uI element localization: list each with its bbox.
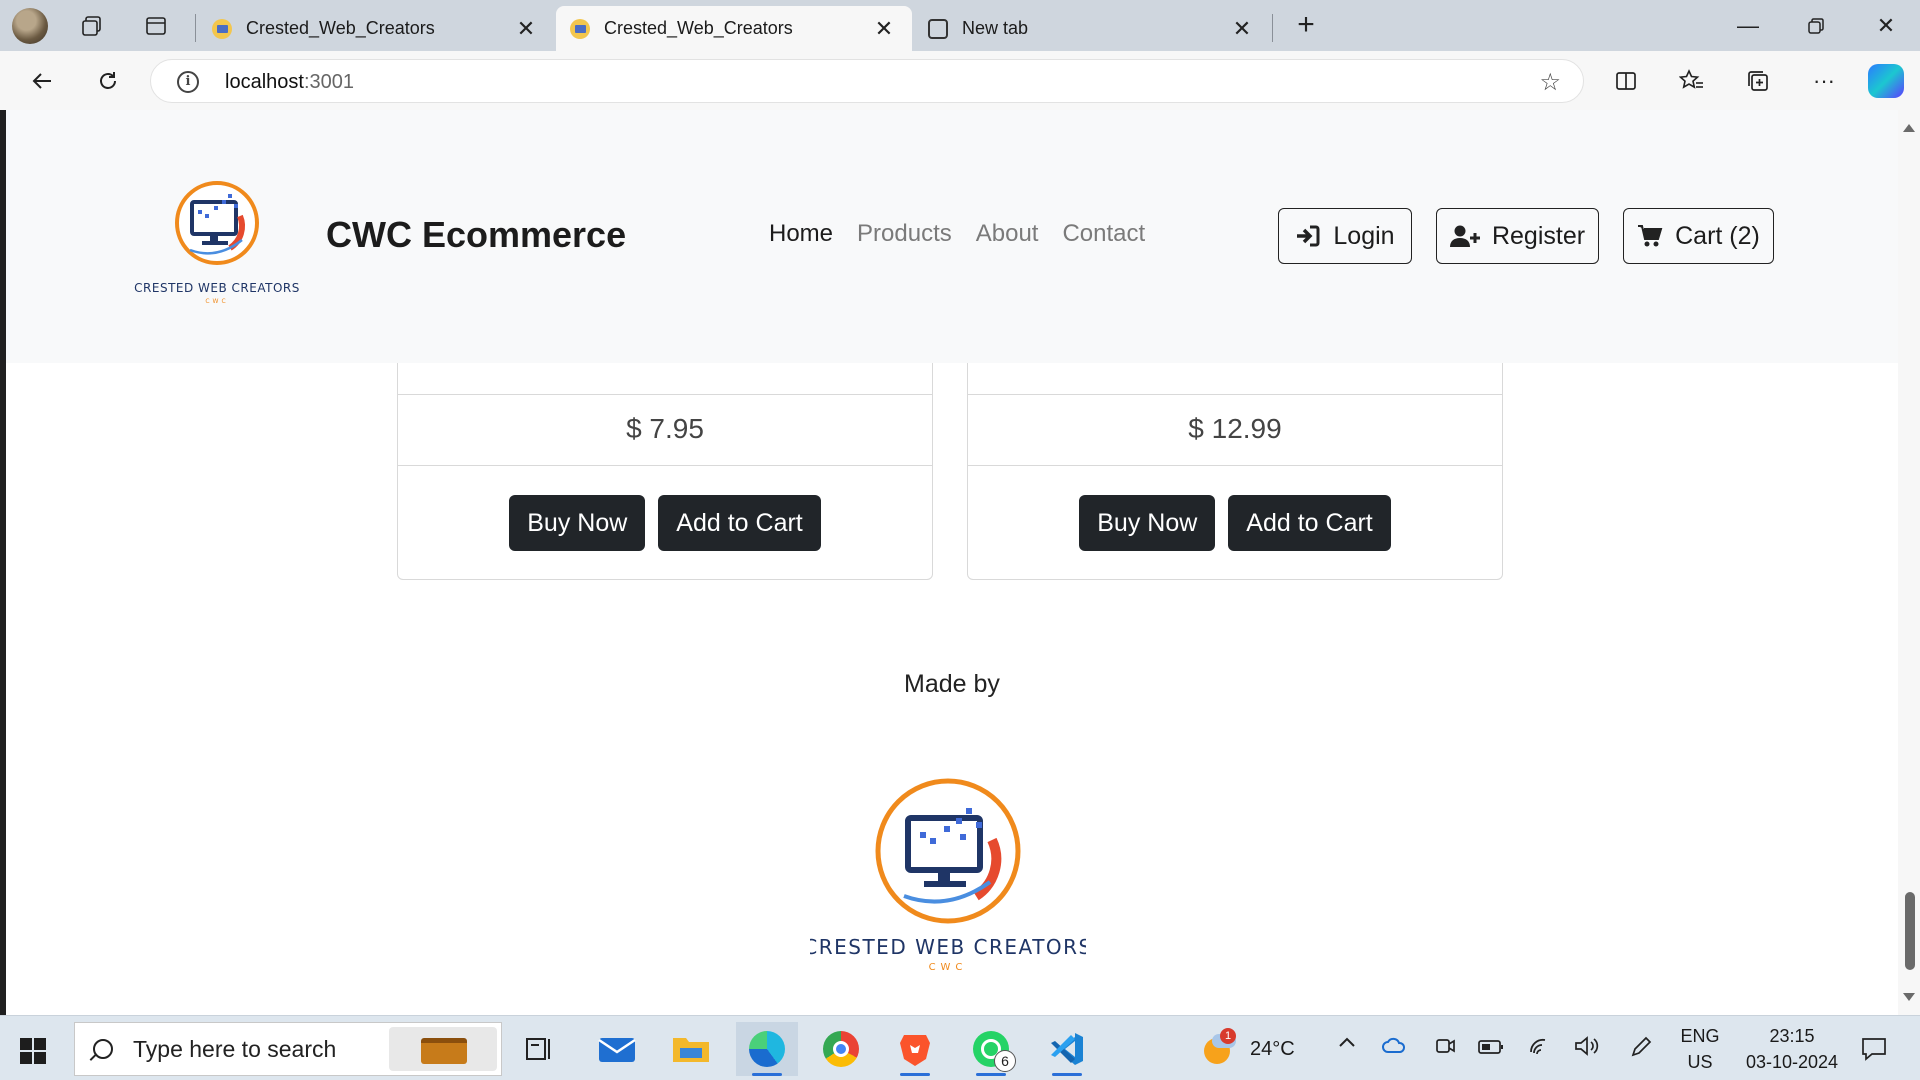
product-price: $ 7.95 (626, 413, 704, 444)
weather-badge: 1 (1220, 1028, 1236, 1044)
restore-icon[interactable] (1786, 6, 1846, 46)
cwc-logo-icon[interactable]: CRESTED WEB CREATORS CWC (130, 178, 304, 306)
vertical-tabs-icon[interactable] (136, 6, 176, 46)
browser-toolbar: i localhost:3001 ☆ ··· (0, 51, 1920, 110)
scroll-up-icon[interactable] (1903, 124, 1915, 132)
nav-contact[interactable]: Contact (1062, 220, 1145, 248)
close-tab-icon[interactable]: ✕ (1228, 15, 1256, 43)
footer-logo-subtext: CWC (929, 962, 968, 973)
register-button[interactable]: Register (1436, 208, 1599, 264)
nav-home[interactable]: Home (769, 220, 833, 248)
brand-name[interactable]: CWC Ecommerce (326, 214, 626, 256)
minimize-icon[interactable]: — (1718, 6, 1778, 46)
split-screen-icon[interactable] (1606, 61, 1646, 101)
login-button[interactable]: Login (1278, 208, 1412, 264)
site-header: CRESTED WEB CREATORS CWC CWC Ecommerce H… (6, 110, 1898, 363)
tab-crested-web-creators-2[interactable]: Crested_Web_Creators ✕ (556, 6, 912, 51)
main-nav: Home Products About Contact (769, 220, 1145, 248)
profile-avatar[interactable] (12, 8, 48, 44)
shopping-cart-icon (1638, 225, 1663, 247)
url-text: localhost:3001 (225, 71, 354, 93)
cart-label: Cart (2) (1675, 221, 1760, 250)
favorites-icon[interactable] (1672, 61, 1712, 101)
volume-icon[interactable] (1574, 1036, 1600, 1062)
language-line-1[interactable]: ENG (1680, 1026, 1720, 1047)
page-scrollbar[interactable] (1898, 110, 1920, 1015)
nav-about[interactable]: About (976, 220, 1039, 248)
page-viewport: CRESTED WEB CREATORS CWC CWC Ecommerce H… (6, 110, 1898, 1015)
workspaces-icon[interactable] (72, 6, 112, 46)
clock-date[interactable]: 03-10-2024 (1740, 1052, 1844, 1073)
tab-new-tab[interactable]: New tab ✕ (914, 6, 1270, 51)
close-tab-icon[interactable]: ✕ (512, 15, 540, 43)
chrome-icon[interactable] (810, 1022, 872, 1076)
back-arrow-icon[interactable] (22, 61, 62, 101)
clock-time[interactable]: 23:15 (1740, 1026, 1844, 1047)
tab-title: Crested_Web_Creators (246, 18, 435, 38)
logo-subtext: CWC (205, 298, 228, 305)
battery-icon[interactable] (1478, 1038, 1504, 1061)
meet-now-icon[interactable] (1434, 1036, 1456, 1062)
login-label: Login (1333, 221, 1395, 250)
more-options-icon[interactable]: ··· (1804, 61, 1844, 101)
notification-center-icon[interactable] (1860, 1036, 1888, 1068)
pen-icon[interactable] (1630, 1036, 1652, 1064)
whatsapp-badge: 6 (994, 1050, 1016, 1072)
user-plus-icon (1449, 225, 1480, 247)
new-tab-plus-icon[interactable]: + (1288, 8, 1324, 44)
tab-crested-web-creators-1[interactable]: Crested_Web_Creators ✕ (198, 6, 554, 51)
onedrive-cloud-icon[interactable] (1382, 1036, 1406, 1060)
product-price: $ 12.99 (1188, 413, 1282, 444)
footer-logo-text: CRESTED WEB CREATORS (810, 935, 1086, 959)
browser-tab-strip: Crested_Web_Creators ✕ Crested_Web_Creat… (0, 0, 1920, 51)
search-icon (93, 1039, 113, 1059)
copilot-icon[interactable] (1868, 64, 1904, 98)
collections-icon[interactable] (1738, 61, 1778, 101)
buy-now-button[interactable]: Buy Now (509, 495, 646, 551)
file-explorer-icon[interactable] (660, 1022, 722, 1076)
new-tab-page-icon (928, 18, 948, 39)
scroll-down-icon[interactable] (1903, 993, 1915, 1001)
close-tab-icon[interactable]: ✕ (870, 15, 898, 43)
edge-browser-icon[interactable] (736, 1022, 798, 1076)
site-favicon-icon (212, 18, 232, 39)
address-bar[interactable]: i localhost:3001 ☆ (150, 59, 1584, 103)
logo-text: CRESTED WEB CREATORS (134, 281, 300, 295)
chevron-up-icon[interactable] (1338, 1034, 1356, 1058)
weather-temp[interactable]: 24°C (1250, 1038, 1295, 1061)
buy-now-button[interactable]: Buy Now (1079, 495, 1216, 551)
made-by-text: Made by (904, 670, 1000, 698)
refresh-icon[interactable] (88, 61, 128, 101)
windows-taskbar: Type here to search 6 1 24°C ENG US 23:1… (0, 1015, 1920, 1080)
cart-button[interactable]: Cart (2) (1623, 208, 1774, 264)
taskbar-search[interactable]: Type here to search (74, 1022, 502, 1076)
brave-icon[interactable] (884, 1022, 946, 1076)
favorite-star-icon[interactable]: ☆ (1539, 68, 1561, 97)
search-placeholder: Type here to search (133, 1035, 337, 1062)
windows-start-icon[interactable] (20, 1038, 46, 1064)
vscode-icon[interactable] (1036, 1022, 1098, 1076)
tab-title: Crested_Web_Creators (604, 18, 793, 38)
site-favicon-icon (570, 18, 590, 39)
add-to-cart-button[interactable]: Add to Cart (1228, 495, 1391, 551)
nav-products[interactable]: Products (857, 220, 952, 248)
whatsapp-icon[interactable]: 6 (960, 1022, 1022, 1076)
weather-icon[interactable]: 1 (1202, 1028, 1236, 1064)
add-to-cart-button[interactable]: Add to Cart (658, 495, 821, 551)
register-label: Register (1491, 221, 1586, 250)
wifi-icon[interactable] (1528, 1036, 1552, 1062)
sign-in-icon (1297, 225, 1320, 247)
task-view-icon[interactable] (508, 1022, 570, 1076)
site-info-icon[interactable]: i (177, 71, 199, 93)
tab-title: New tab (962, 18, 1029, 38)
mail-icon[interactable] (586, 1022, 648, 1076)
briefcase-icon[interactable] (389, 1027, 497, 1071)
footer-cwc-logo-icon: CRESTED WEB CREATORS CWC (810, 778, 1086, 973)
close-window-icon[interactable]: ✕ (1856, 6, 1916, 46)
language-line-2[interactable]: US (1680, 1052, 1720, 1073)
scrollbar-thumb[interactable] (1905, 892, 1915, 970)
